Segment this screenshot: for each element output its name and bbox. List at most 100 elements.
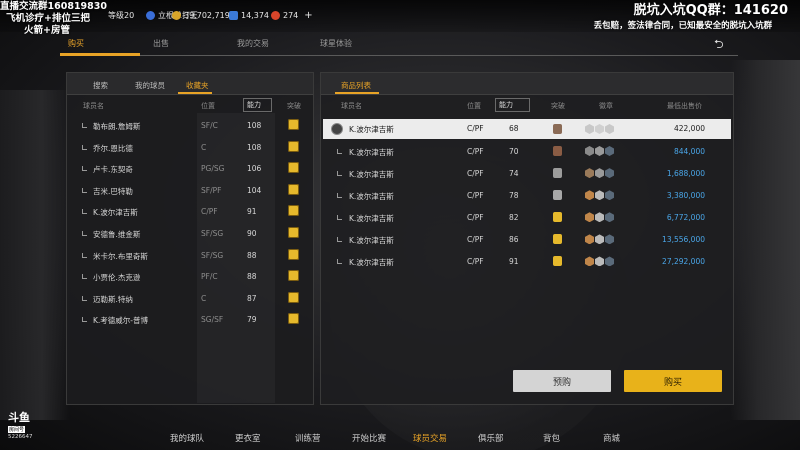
listing-row[interactable]: K.波尔津吉斯 C/PF 78 3,380,000 [323,185,731,207]
player-row[interactable]: 乔尔.恩比德 C 108 [67,137,313,159]
stream-line: 飞机诊疗+排位三把 [6,13,90,24]
player-ability: 106 [247,164,262,174]
nav-player-trade[interactable]: 球员交易 [413,432,447,444]
listing-row[interactable]: K.波尔津吉斯 C/PF 70 844,000 [323,141,731,163]
sort-by-ability[interactable]: 能力 [243,98,272,112]
buy-button[interactable]: 购买 [624,370,722,392]
breakthrough-badge-icon [288,205,299,217]
nav-backpack[interactable]: 背包 [543,432,560,444]
player-row[interactable]: 迈勒斯.特纳 C 87 [67,288,313,310]
player-row[interactable]: 吉米.巴特勒 SF/PF 104 [67,180,313,202]
player-name: K.波尔津吉斯 [349,192,394,202]
nav-my-team[interactable]: 我的球队 [170,432,204,444]
medal-icon [595,124,604,134]
sort-by-ability[interactable]: 能力 [495,98,530,112]
left-table-header: 球员名 位置 能力 突破 [67,97,313,113]
tab-buy[interactable]: 购买 [68,38,84,49]
player-ability: 90 [247,228,257,238]
tab-search[interactable]: 搜索 [93,80,108,91]
breakthrough-badge-icon [288,291,299,303]
header-medals: 徽章 [599,102,613,110]
tab-favorites[interactable]: 收藏夹 [186,80,209,91]
player-ability: 68 [509,124,519,133]
medal-icon [605,256,614,267]
listing-row[interactable]: K.波尔津吉斯 C/PF 91 27,292,000 [323,251,731,273]
player-row[interactable]: K.波尔津吉斯 C/PF 91 [67,201,313,223]
player-ability: 87 [247,293,257,303]
signal-icon [337,259,342,265]
breakthrough-level-icon [553,256,562,267]
listing-row[interactable]: K.波尔津吉斯 C/PF 68 422,000 [323,119,731,139]
medal-icon [605,212,614,223]
tab-listings[interactable]: 商品列表 [341,80,371,91]
player-position: C/PF [467,169,484,179]
listing-row[interactable]: K.波尔津吉斯 C/PF 86 13,556,000 [323,229,731,251]
breakthrough-badge-icon [288,248,299,260]
signal-icon [82,295,87,301]
listings-panel: 商品列表 球员名 位置 能力 突破 徽章 最低出售价 K.波尔津吉斯 C/PF 68… [320,72,734,405]
breakthrough-badge-icon [288,313,299,325]
signal-icon [82,274,87,280]
lowest-price: 844,000 [673,147,705,156]
player-name: 勒布朗.詹姆斯 [93,122,141,131]
tickets-stat: 274 + [271,9,313,21]
favorites-tab-indicator [178,92,212,94]
right-panel-tabs: 商品列表 [321,73,733,95]
nav-club[interactable]: 俱乐部 [478,432,504,444]
player-ability: 70 [509,147,519,156]
player-row[interactable]: 安德鲁.维金斯 SF/SG 90 [67,223,313,245]
player-name: K.波尔津吉斯 [349,258,394,268]
medal-icon [585,146,594,156]
medal-icon [605,234,614,245]
breakthrough-level-icon [553,190,562,201]
medal-icon [585,256,594,267]
lowest-price: 1,688,000 [666,169,705,179]
lowest-price: 13,556,000 [662,235,705,245]
coin-icon [172,10,181,20]
breakthrough-badge-icon [288,162,299,174]
player-position: PG/SG [201,164,225,174]
add-currency-button[interactable]: + [304,10,312,21]
signal-icon [82,187,87,193]
medal-icon [605,146,614,156]
player-row[interactable]: 卢卡.东契奇 PG/SG 106 [67,158,313,180]
player-ability: 82 [509,213,519,223]
player-row[interactable]: 米卡尔.布里奇斯 SF/SG 88 [67,245,313,267]
player-ability: 88 [247,250,257,260]
breakthrough-level-icon [553,124,562,134]
nav-training-camp[interactable]: 训练营 [295,432,321,444]
medal-icon [585,168,594,179]
nav-start-game[interactable]: 开始比赛 [352,432,386,444]
game-screen: 直播交流群160819830 飞机诊疗+排位三把 火箭+房管 等级20 立根单打… [0,0,800,450]
tab-sell[interactable]: 出售 [153,38,169,49]
preorder-button[interactable]: 预购 [513,370,611,392]
player-name: K.波尔津吉斯 [93,208,138,218]
nav-locker-room[interactable]: 更衣室 [235,432,261,444]
nav-shop[interactable]: 商城 [603,432,620,444]
player-position: C [201,142,207,152]
medal-set [585,190,614,201]
bottom-nav: 我的球队 更衣室 训练营 开始比赛 球员交易 俱乐部 背包 商城 [0,426,800,450]
tab-star-experience[interactable]: 球星体验 [320,38,352,49]
active-tab-indicator [60,53,140,56]
player-name: K.波尔津吉斯 [349,148,394,157]
player-ability: 108 [247,142,262,152]
player-row[interactable]: 勒布朗.詹姆斯 SF/C 108 [67,115,313,137]
breakthrough-badge-icon [288,140,299,152]
tab-my-trades[interactable]: 我的交易 [237,38,269,49]
medal-set [585,256,614,267]
signal-icon [337,171,342,177]
medal-icon [585,212,594,223]
player-position: SF/SG [201,250,224,260]
player-name: 小贾伦.杰克逊 [93,273,141,283]
player-row[interactable]: K.考德威尔-普博 SG/SF 79 [67,309,313,331]
player-row[interactable]: 小贾伦.杰克逊 PF/C 88 [67,266,313,288]
header-player-name: 球员名 [341,102,362,110]
arena-crowd-right [730,60,800,420]
listing-row[interactable]: K.波尔津吉斯 C/PF 74 1,688,000 [323,163,731,185]
header-breakthrough: 突破 [287,102,301,110]
listing-row[interactable]: K.波尔津吉斯 C/PF 82 6,772,000 [323,207,731,229]
tab-my-players[interactable]: 我的球员 [135,80,165,91]
medal-icon [585,190,594,201]
coins-stat: 39,702,719 [172,9,230,21]
